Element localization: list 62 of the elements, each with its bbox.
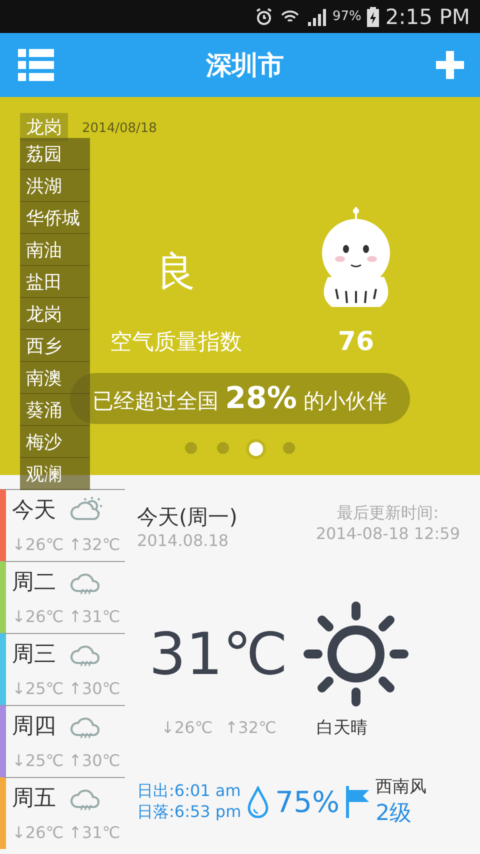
- air-index-label: 空气质量指数: [110, 329, 242, 357]
- updated-label: 最后更新时间:: [337, 503, 439, 524]
- forecast-day: 今天: [12, 495, 68, 525]
- page-dot[interactable]: [249, 442, 263, 456]
- signal-icon: [306, 8, 326, 26]
- current-temperature: 31℃: [149, 620, 288, 688]
- district-option[interactable]: 南澳: [20, 362, 90, 394]
- air-rating: 良: [156, 248, 196, 297]
- weather-condition: 白天晴: [316, 717, 368, 739]
- page-dot[interactable]: [185, 442, 197, 454]
- today-high: ↑32℃: [224, 718, 276, 737]
- forecast-high: ↑31℃: [68, 822, 122, 842]
- forecast-day: 周二: [12, 567, 68, 597]
- forecast-high: ↑31℃: [68, 606, 122, 626]
- sunrise-time: 日出:6:01 am: [137, 780, 241, 802]
- district-option[interactable]: 洪湖: [20, 170, 90, 202]
- forecast-day: 周四: [12, 711, 68, 741]
- today-low: ↓26℃: [161, 718, 213, 737]
- updated-time: 2014-08-18 12:59: [316, 524, 460, 543]
- wind-direction: 西南风: [376, 776, 427, 798]
- forecast-day: 周五: [12, 783, 68, 813]
- forecast-day: 周三: [12, 639, 68, 669]
- alarm-icon: [254, 6, 274, 26]
- forecast-row[interactable]: 周五 ↓26℃ ↑31℃: [0, 777, 125, 849]
- forecast-high: ↑30℃: [68, 678, 122, 698]
- today-date: 2014.08.18: [137, 531, 229, 550]
- forecast-row[interactable]: 周二 ↓26℃ ↑31℃: [0, 561, 125, 633]
- district-option[interactable]: 梅沙: [20, 426, 90, 458]
- district-option[interactable]: 观澜: [20, 458, 90, 490]
- forecast-low: ↓26℃: [12, 606, 65, 626]
- sunset-time: 日落:6:53 pm: [137, 802, 242, 822]
- add-icon[interactable]: [436, 51, 464, 79]
- forecast-low: ↓26℃: [12, 534, 65, 554]
- district-option[interactable]: 荔园: [20, 138, 90, 170]
- district-option[interactable]: 西乡: [20, 330, 90, 362]
- forecast-low: ↓26℃: [12, 822, 65, 842]
- sun-icon: [302, 600, 410, 708]
- humidity-value: 75%: [275, 784, 340, 818]
- page-dot[interactable]: [217, 442, 229, 454]
- forecast-high: ↑32℃: [68, 534, 122, 554]
- district-option[interactable]: 盐田: [20, 266, 90, 298]
- menu-icon[interactable]: [18, 49, 54, 81]
- district-option[interactable]: 南油: [20, 234, 90, 266]
- battery-charging-icon: [367, 6, 380, 26]
- district-option[interactable]: 龙岗: [20, 298, 90, 330]
- today-label: 今天(周一): [137, 504, 238, 531]
- air-date: 2014/08/18: [82, 121, 157, 136]
- forecast-high: ↑30℃: [68, 750, 122, 770]
- battery-percent: 97%: [332, 9, 362, 24]
- wind-level: 2级: [376, 800, 412, 828]
- forecast-row[interactable]: 周三 ↓25℃ ↑30℃: [0, 633, 125, 705]
- air-index-value: 76: [338, 327, 374, 357]
- clock-time: 2:15 PM: [385, 4, 470, 28]
- page-dot[interactable]: [283, 442, 295, 454]
- district-option[interactable]: 葵涌: [20, 394, 90, 426]
- forecast-low: ↓25℃: [12, 750, 65, 770]
- district-option[interactable]: 华侨城: [20, 202, 90, 234]
- forecast-row[interactable]: 周四 ↓25℃ ↑30℃: [0, 705, 125, 777]
- water-drop-icon: [247, 786, 270, 818]
- city-title: 深圳市: [206, 50, 284, 82]
- flag-icon: [346, 786, 370, 818]
- forecast-low: ↓25℃: [12, 678, 65, 698]
